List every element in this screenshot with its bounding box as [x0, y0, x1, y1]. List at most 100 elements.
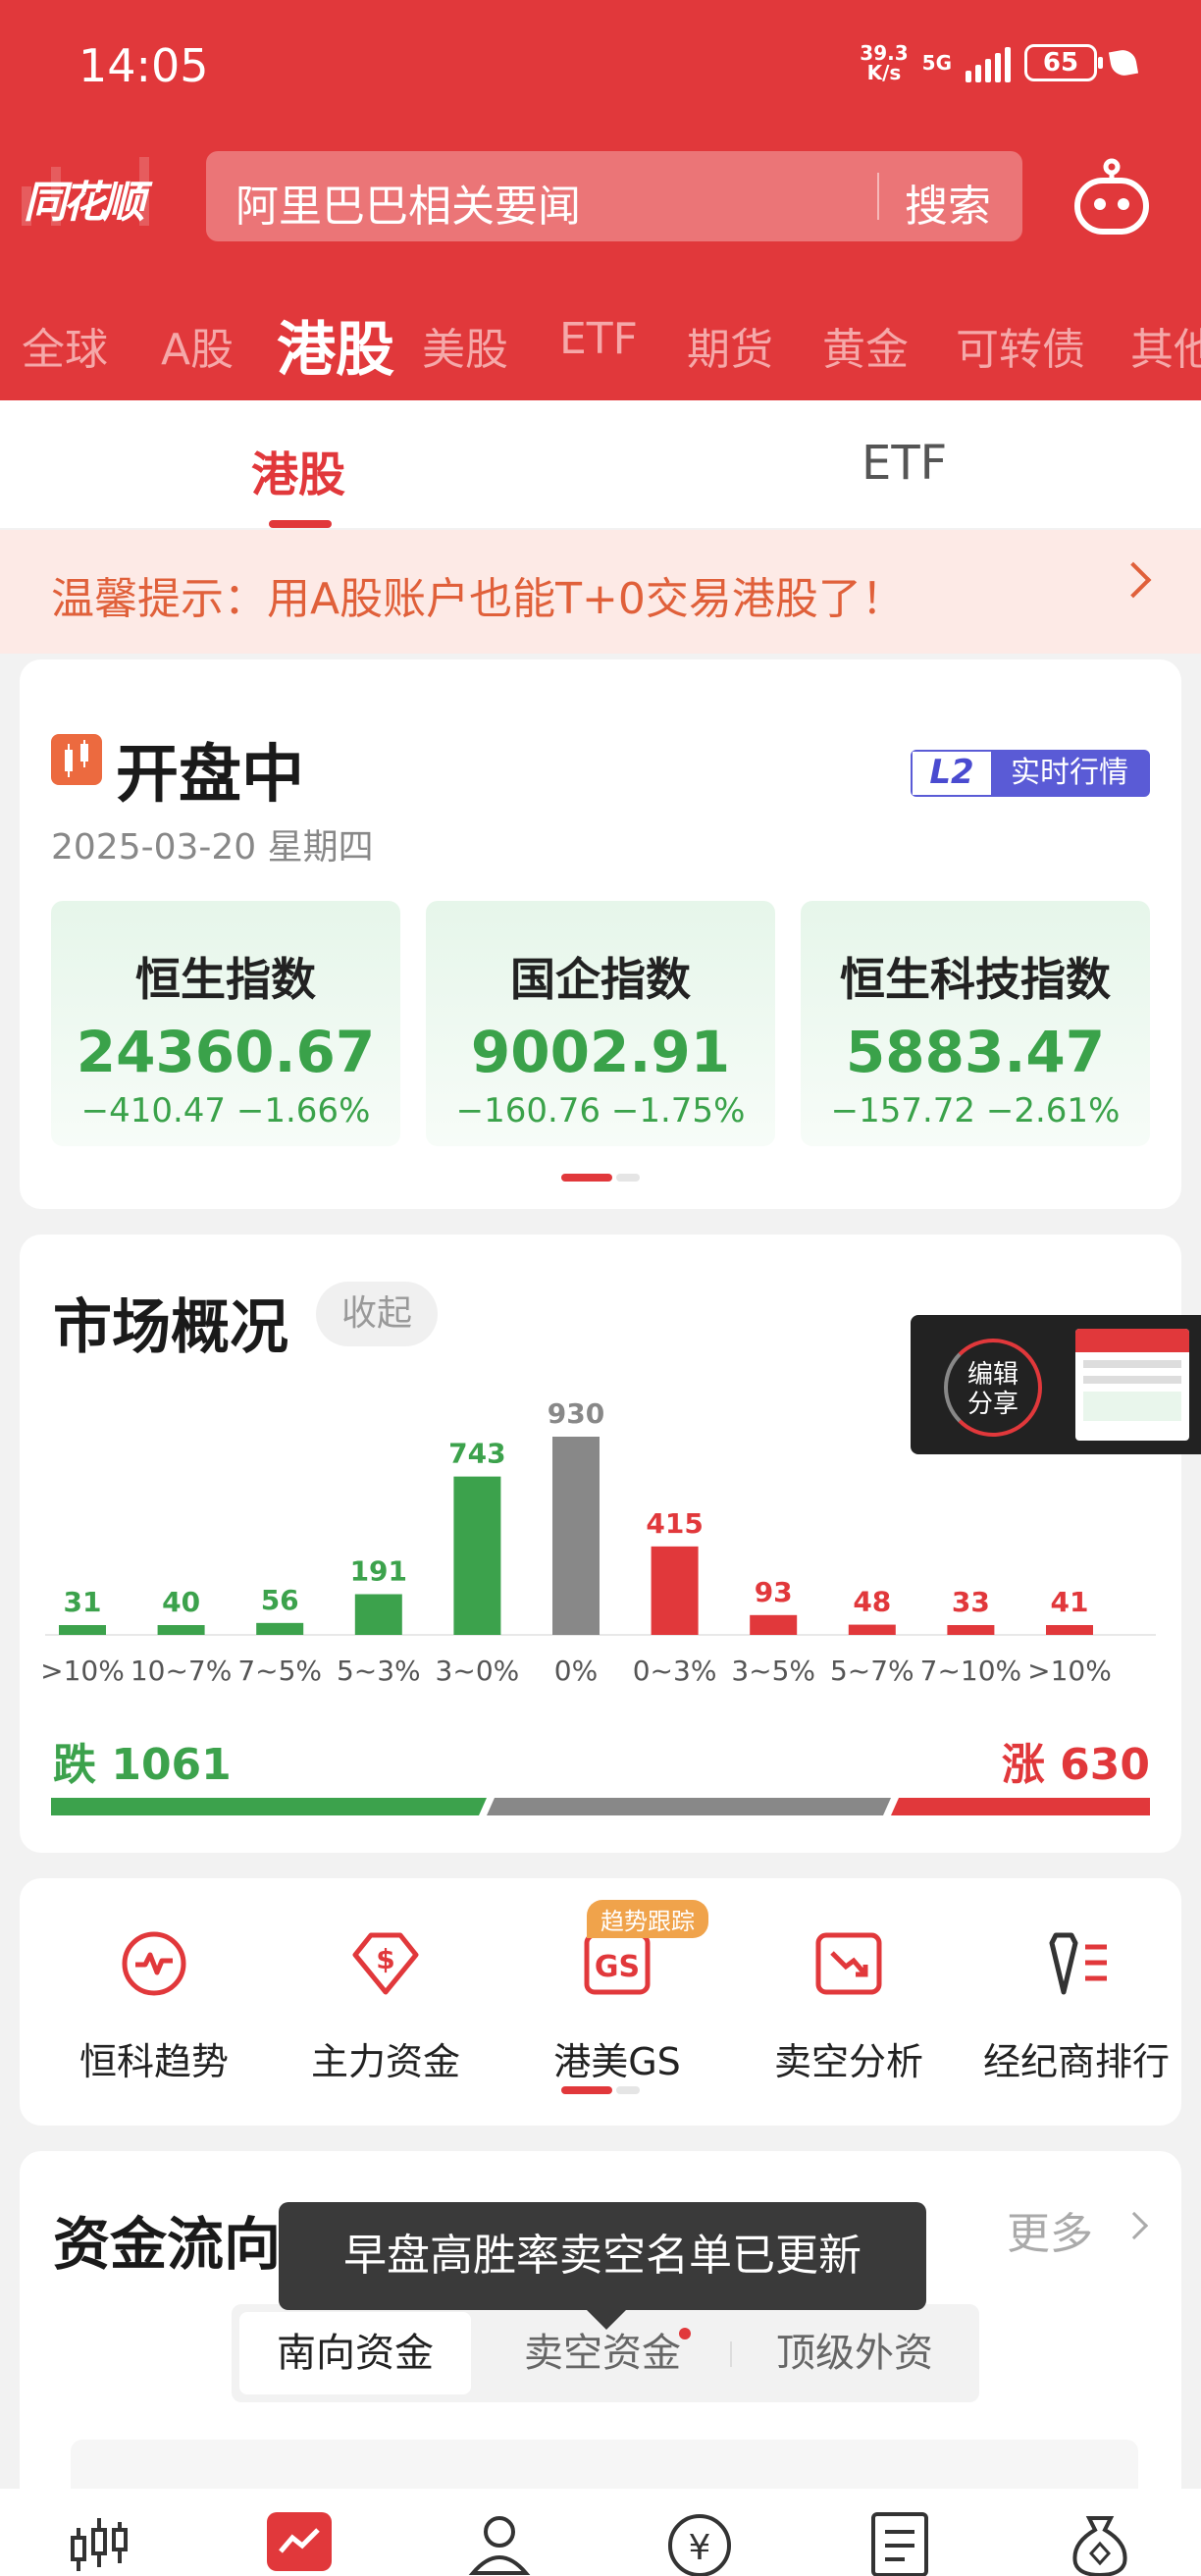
market-tab-other[interactable]: 其他 — [1130, 314, 1201, 377]
market-tab-gold[interactable]: 黄金 — [822, 314, 909, 377]
tool-short-analysis[interactable]: 卖空分析 — [756, 1929, 942, 2085]
tool-hstech-trend[interactable]: 恒科趋势 — [61, 1929, 247, 2085]
index-value: 9002.91 — [470, 1019, 731, 1085]
chart-bar — [552, 1437, 600, 1635]
market-tab-futures[interactable]: 期货 — [687, 314, 773, 377]
notice-text: 温馨提示：用A股账户也能T+0交易港股了！ — [51, 574, 905, 624]
l2-text: 实时行情 — [991, 752, 1148, 795]
segment-southbound[interactable]: 南向资金 — [239, 2312, 471, 2394]
candlestick-icon — [51, 734, 102, 785]
l2-mark: L2 — [913, 752, 991, 795]
status-time: 14:05 — [78, 39, 209, 92]
chart-data-label: 31 — [64, 1586, 102, 1618]
leaf-icon — [1108, 47, 1139, 79]
assistant-robot-icon[interactable] — [1071, 157, 1152, 237]
search-button[interactable]: 搜索 — [905, 171, 991, 234]
fall-label: 跌 — [53, 1740, 96, 1790]
chart-category-label: 0~3% — [633, 1655, 717, 1687]
subtab-hk-stocks[interactable]: 港股 — [251, 436, 345, 504]
money-tag-icon: $ — [352, 1932, 419, 1995]
share-thumbnail — [1075, 1329, 1189, 1441]
notice-banner[interactable]: 温馨提示：用A股账户也能T+0交易港股了！ — [0, 530, 1201, 654]
svg-text:¥: ¥ — [689, 2528, 711, 2568]
search-divider — [877, 173, 879, 220]
index-change: −157.72 −2.61% — [830, 1091, 1121, 1130]
search-input[interactable]: 阿里巴巴相关要闻 — [235, 171, 581, 234]
tool-label: 主力资金 — [310, 2040, 460, 2083]
chart-data-label: 93 — [755, 1576, 793, 1608]
chart-category-label: 3~5% — [731, 1655, 815, 1687]
user-icon[interactable] — [465, 2508, 534, 2576]
quote-icon[interactable] — [265, 2508, 334, 2576]
chevron-right-icon — [1115, 561, 1152, 599]
svg-text:$: $ — [376, 1943, 394, 1975]
tool-broker-ranking[interactable]: 经纪商排行 — [973, 1929, 1179, 2085]
chart-category-label: >10% — [40, 1655, 125, 1687]
edit-share-float[interactable]: 编辑 分享 — [911, 1315, 1201, 1454]
index-value: 5883.47 — [845, 1019, 1106, 1085]
chart-bar — [256, 1622, 304, 1635]
market-tab-global[interactable]: 全球 — [22, 314, 108, 377]
index-card-hscei[interactable]: 国企指数 9002.91 −160.76 −1.75% — [426, 901, 775, 1146]
chart-data-label: 56 — [261, 1584, 299, 1616]
index-card-hsi[interactable]: 恒生指数 24360.67 −410.47 −1.66% — [51, 901, 400, 1146]
network-type: 5G — [921, 51, 952, 75]
fall-count: 1061 — [111, 1740, 232, 1790]
market-tab-us[interactable]: 美股 — [422, 314, 508, 377]
tool-label: 经纪商排行 — [982, 2040, 1170, 2083]
chart-category-label: 7~5% — [237, 1655, 322, 1687]
status-icons: 39.3 K/s 5G 65 — [860, 43, 1139, 82]
chart-category-label: 3~0% — [436, 1655, 520, 1687]
chart-bar — [947, 1625, 995, 1635]
market-status-card: 开盘中 L2 实时行情 2025-03-20 星期四 恒生指数 24360.67… — [20, 659, 1181, 1209]
market-tab-hk[interactable]: 港股 — [277, 302, 394, 388]
market-icon[interactable] — [65, 2508, 133, 2576]
segment-top-foreign[interactable]: 顶级外资 — [738, 2312, 971, 2394]
chart-bar — [848, 1624, 896, 1635]
network-speed: 39.3 K/s — [860, 43, 908, 82]
chart-bar — [453, 1476, 501, 1635]
market-tab-etf[interactable]: ETF — [559, 314, 638, 364]
app-header: 14:05 39.3 K/s 5G 65 同花顺 阿里巴巴相关要闻 搜索 全球 … — [0, 0, 1201, 400]
gs-icon: GS — [584, 1932, 651, 1995]
battery-icon: 65 — [1024, 44, 1103, 81]
tool-hk-us-gs[interactable]: GS 港美GS — [524, 1929, 710, 2085]
tools-card: 恒科趋势 $ 主力资金 GS 港美GS 趋势跟踪 卖空分析 经纪商排行 — [20, 1878, 1181, 2126]
rise-fall-ratio-bar — [51, 1798, 1150, 1815]
edit-share-button[interactable]: 编辑 分享 — [944, 1339, 1042, 1437]
index-name: 国企指数 — [510, 953, 691, 1006]
signal-icon — [966, 43, 1011, 82]
chart-data-label: 191 — [350, 1555, 407, 1588]
chart-data-label: 33 — [952, 1586, 990, 1618]
rise-label: 涨 — [1001, 1740, 1045, 1790]
yuan-icon[interactable]: ¥ — [665, 2508, 734, 2576]
short-list-updated-tooltip[interactable]: 早盘高胜率卖空名单已更新 — [279, 2202, 926, 2330]
chart-bar — [651, 1546, 699, 1635]
overview-title: 市场概况 — [53, 1293, 288, 1362]
tool-label: 港美GS — [553, 2040, 681, 2083]
share-label-edit: 编辑 — [966, 1360, 1018, 1390]
chart-category-label: 5~7% — [830, 1655, 914, 1687]
l2-realtime-badge[interactable]: L2 实时行情 — [911, 750, 1150, 797]
index-name: 恒生科技指数 — [840, 953, 1111, 1006]
market-status-title: 开盘中 — [116, 739, 304, 812]
segment-divider — [730, 2341, 732, 2367]
money-bag-icon[interactable] — [1066, 2508, 1134, 2576]
collapse-button[interactable]: 收起 — [316, 1282, 438, 1346]
news-icon[interactable] — [865, 2508, 934, 2576]
chart-bar — [750, 1614, 798, 1635]
market-tab-convertible[interactable]: 可转债 — [956, 314, 1085, 377]
subtab-etf[interactable]: ETF — [862, 436, 947, 491]
market-tab-a-share[interactable]: A股 — [161, 314, 234, 377]
capital-flow-title: 资金流向 — [53, 2211, 282, 2278]
pulse-icon — [122, 1931, 186, 1996]
chevron-right-icon — [1120, 2211, 1149, 2240]
more-link[interactable]: 更多 — [1007, 2198, 1093, 2261]
network-speed-value: 39.3 — [860, 41, 909, 65]
new-dot-indicator — [679, 2328, 691, 2339]
search-bar[interactable]: 阿里巴巴相关要闻 搜索 — [206, 151, 1022, 241]
chart-category-label: 10~7% — [131, 1655, 233, 1687]
index-card-hstech[interactable]: 恒生科技指数 5883.47 −157.72 −2.61% — [801, 901, 1150, 1146]
chart-category-label: >10% — [1027, 1655, 1112, 1687]
tool-main-capital[interactable]: $ 主力资金 — [292, 1929, 479, 2085]
